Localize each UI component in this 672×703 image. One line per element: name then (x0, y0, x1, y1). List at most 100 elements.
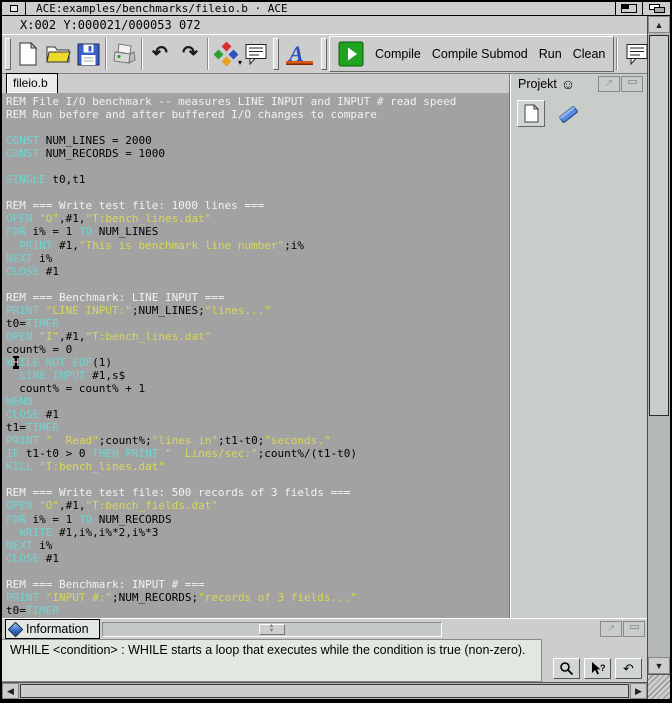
code-line[interactable]: PRINT #1,"This is benchmark line number"… (6, 239, 509, 252)
panel-splitter[interactable]: ▲ ▼ (101, 621, 442, 637)
vertical-scroll-thumb[interactable] (649, 35, 669, 416)
code-line[interactable]: NEXT i% (6, 252, 509, 265)
code-line[interactable]: OPEN "O",#1,"T:bench_fields.dat" (6, 499, 509, 512)
code-line[interactable]: WRITE #1,i%,i%*2,i%*3 (6, 526, 509, 539)
status-bar: X:002 Y:000021/000053 072 (2, 16, 647, 34)
zoom-icon (621, 4, 637, 13)
toolbar-drag-handle[interactable] (321, 38, 327, 70)
ace-guide-button[interactable]: A (281, 37, 319, 71)
code-line[interactable]: t0=TIMER (6, 317, 509, 330)
eraser-tool-button[interactable] (556, 102, 582, 126)
help-pointer-icon: ? (590, 661, 606, 676)
code-editor[interactable]: REM File I/O benchmark -- measures LINE … (2, 93, 509, 618)
code-line[interactable]: REM === Benchmark: LINE INPUT === (6, 291, 509, 304)
code-line[interactable] (6, 186, 509, 199)
new-document-button[interactable] (13, 37, 43, 71)
code-line[interactable]: REM === Write test file: 500 records of … (6, 486, 509, 499)
code-line[interactable]: FOR i% = 1 TO NUM_LINES (6, 225, 509, 238)
info-controls: ? ↶ (542, 639, 647, 682)
code-line[interactable]: CONST NUM_LINES = 2000 (6, 134, 509, 147)
code-line[interactable]: OPEN "O",#1,"T:bench_lines.dat" (6, 212, 509, 225)
code-line[interactable]: OPEN "I",#1,"T:bench_lines.dat" (6, 330, 509, 343)
horizontal-scrollbar: ◀ ▶ (2, 682, 647, 699)
code-line[interactable]: FOR i% = 1 TO NUM_RECORDS (6, 513, 509, 526)
open-folder-icon (45, 43, 71, 65)
undo-button[interactable]: ↶ (145, 37, 175, 71)
expand-arrow-icon: ↗ (604, 78, 614, 89)
print-button[interactable] (109, 37, 139, 71)
toolbar-drag-handle[interactable] (5, 38, 11, 70)
code-line[interactable]: PRINT "INPUT #:";NUM_RECORDS;"records of… (6, 591, 509, 604)
depth-gadget[interactable] (642, 2, 670, 15)
compile-button[interactable]: Compile (375, 47, 421, 61)
clean-button[interactable]: Clean (573, 47, 606, 61)
compile-submod-button[interactable]: Compile Submod (432, 47, 528, 61)
title-bar[interactable]: ACE:examples/benchmarks/fileio.b · ACE (2, 2, 670, 16)
open-file-button[interactable] (43, 37, 73, 71)
code-line[interactable]: WHILE NOT EOF(1) (6, 355, 509, 369)
code-line[interactable]: SINGLE t0,t1 (6, 173, 509, 186)
eraser-icon (556, 102, 582, 126)
scroll-left-button[interactable]: ◀ (2, 683, 19, 699)
save-file-button[interactable] (73, 37, 103, 71)
horizontal-scroll-track[interactable] (19, 683, 630, 699)
search-button[interactable] (553, 658, 580, 679)
splitter-handle[interactable]: ▲ ▼ (258, 623, 285, 635)
info-shade-gadget[interactable] (623, 621, 645, 637)
code-line[interactable]: count% = count% + 1 (6, 382, 509, 395)
scroll-down-button[interactable]: ▼ (648, 657, 670, 674)
comment-button[interactable] (241, 37, 271, 71)
project-shade-gadget[interactable] (621, 76, 643, 92)
code-line[interactable] (6, 160, 509, 173)
code-line[interactable]: t1=TIMER (6, 421, 509, 434)
scroll-right-button[interactable]: ▶ (630, 683, 647, 699)
scroll-up-icon: ▲ (654, 19, 664, 30)
code-line[interactable]: PRINT " Read";count%;"lines in";t1-t0;"s… (6, 434, 509, 447)
code-line[interactable]: LINE INPUT #1,s$ (6, 369, 509, 382)
code-line[interactable]: PRINT "LINE INPUT:";NUM_LINES;"lines..." (6, 304, 509, 317)
code-line[interactable]: CLOSE #1 (6, 265, 509, 278)
context-help-button[interactable]: ? (584, 658, 611, 679)
code-line[interactable] (6, 278, 509, 291)
code-line[interactable]: WEND (6, 395, 509, 408)
code-line[interactable]: IF t1-t0 > 0 THEN PRINT " Lines/sec:";co… (6, 447, 509, 460)
redo-button[interactable]: ↷ (175, 37, 205, 71)
code-line[interactable]: REM Run before and after buffered I/O ch… (6, 108, 509, 121)
code-line[interactable]: CONST NUM_RECORDS = 1000 (6, 147, 509, 160)
code-line[interactable]: t0=TIMER (6, 604, 509, 617)
close-gadget[interactable] (2, 2, 26, 15)
code-line[interactable]: count% = 0 (6, 343, 509, 356)
resize-corner[interactable] (648, 674, 670, 699)
information-tab[interactable]: Information (5, 619, 100, 639)
info-expand-gadget[interactable]: ↗ (600, 621, 622, 637)
toolbar-separator (141, 38, 143, 70)
code-line[interactable]: KILL "T:bench_lines.dat" (6, 460, 509, 473)
code-line[interactable]: NEXT i% (6, 539, 509, 552)
code-line[interactable]: CLOSE #1 (6, 552, 509, 565)
information-panel: Information ▲ ▼ ↗ WHILE <condition>: WH… (2, 618, 647, 682)
info-diamond-icon (7, 621, 24, 637)
project-new-document-button[interactable] (517, 100, 545, 127)
zoom-gadget[interactable] (615, 2, 642, 15)
code-line[interactable]: CLOSE #1 (6, 408, 509, 421)
run-script-button[interactable] (338, 41, 364, 67)
toolbar: ↶ ↷ ▾ A Compile Compile Submod Run Clean (2, 34, 648, 74)
run-button[interactable]: Run (539, 47, 562, 61)
shade-bar-icon (629, 624, 639, 629)
information-header: Information ▲ ▼ ↗ (2, 619, 647, 639)
code-line[interactable]: REM === Benchmark: INPUT # === (6, 578, 509, 591)
revert-button[interactable]: ↶ (615, 658, 642, 679)
vertical-scroll-track[interactable] (648, 33, 670, 657)
code-line[interactable] (6, 565, 509, 578)
file-tab[interactable]: fileio.b (6, 73, 58, 93)
project-expand-gadget[interactable]: ↗ (598, 76, 620, 92)
syntax-colors-button[interactable]: ▾ (211, 37, 242, 71)
code-line[interactable] (6, 473, 509, 486)
horizontal-scroll-thumb[interactable] (20, 684, 629, 698)
toolbar-separator (616, 38, 619, 70)
code-line[interactable] (6, 121, 509, 134)
code-line[interactable]: REM === Write test file: 1000 lines === (6, 199, 509, 212)
toolbar-drag-handle[interactable] (273, 38, 279, 70)
code-line[interactable]: REM File I/O benchmark -- measures LINE … (6, 95, 509, 108)
scroll-up-button[interactable]: ▲ (648, 16, 670, 33)
